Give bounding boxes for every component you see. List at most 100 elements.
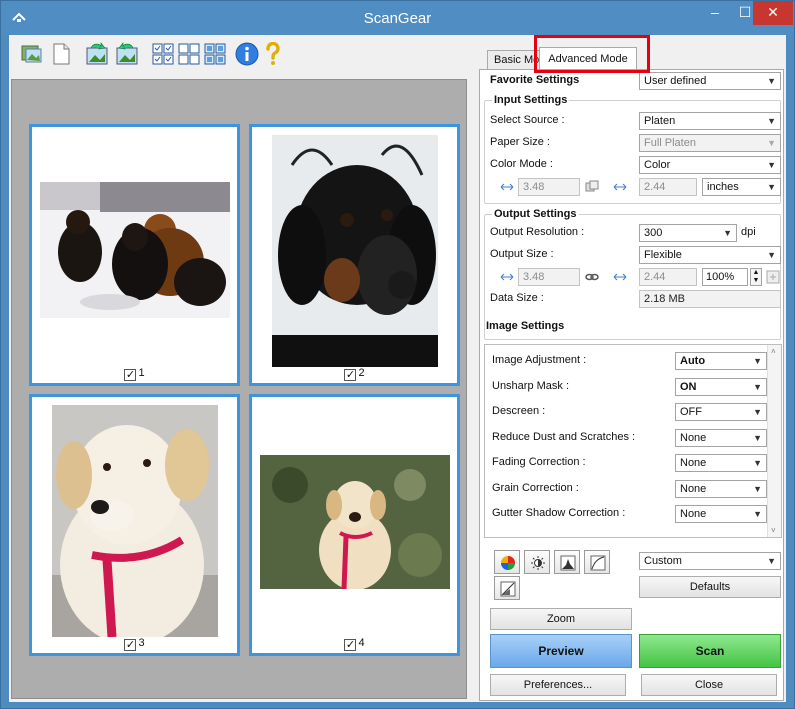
output-size-select[interactable]: Flexible ▼ [639, 246, 781, 264]
info-icon[interactable] [235, 42, 259, 66]
chain-link-icon[interactable] [585, 270, 599, 284]
chevron-down-icon: ▼ [723, 228, 732, 238]
height-arrow-icon [613, 183, 627, 191]
output-width-arrow-icon [500, 273, 514, 281]
thumbnail-checkbox-4[interactable]: ✓ [344, 639, 357, 651]
data-size-label: Data Size : [490, 292, 544, 304]
favorite-settings-select[interactable]: User defined ▼ [639, 72, 781, 90]
zoom-button[interactable]: Zoom [490, 608, 632, 630]
chevron-down-icon: ▼ [753, 407, 762, 417]
image-setting-select[interactable]: None ▼ [675, 428, 767, 447]
width-arrow-icon [500, 183, 514, 191]
thumbnail-frame-3[interactable]: ✓ 3 [29, 394, 240, 656]
new-document-icon[interactable] [49, 42, 73, 66]
preview-button[interactable]: Preview [490, 634, 632, 668]
advanced-mode-pane: Favorite Settings User defined ▼ Input Se… [479, 69, 784, 701]
color-wheel-icon [501, 556, 515, 570]
final-review-icon [500, 581, 516, 597]
thumbnail-frame-1[interactable]: ✓ 1 [29, 124, 240, 386]
image-setting-label: Reduce Dust and Scratches : [492, 430, 636, 443]
chevron-down-icon: ▼ [767, 160, 776, 170]
thumbnail-caption-1: ✓ 1 [124, 367, 145, 381]
add-size-icon[interactable] [766, 270, 780, 284]
input-width-field: 3.48 [518, 178, 580, 196]
scangear-window: ScanGear – ☐ ✕ ✓ 1 ✓ 2 ✓ 3 ✓ 4 Basic Mod… [0, 0, 795, 709]
client-area: ✓ 1 ✓ 2 ✓ 3 ✓ 4 Basic Mode Advanced Mode… [9, 35, 786, 702]
toolbar [9, 35, 473, 75]
data-size-value: 2.18 MB [639, 290, 781, 308]
thumbnail-checkbox-3[interactable]: ✓ [124, 639, 137, 651]
defaults-button[interactable]: Defaults [639, 576, 781, 598]
auto-crop-icon[interactable] [151, 42, 175, 66]
chevron-down-icon: ▼ [753, 432, 762, 443]
minimize-button[interactable]: – [698, 1, 732, 25]
thumbnail-checkbox-1[interactable]: ✓ [124, 369, 137, 381]
image-setting-select[interactable]: ON ▼ [675, 377, 767, 396]
paper-size-label: Paper Size : [490, 136, 550, 148]
preferences-button[interactable]: Preferences... [490, 674, 626, 696]
output-resolution-select[interactable]: 300 ▼ [639, 224, 737, 242]
adjustment-preset-select[interactable]: Custom ▼ [639, 552, 781, 570]
image-setting-select[interactable]: Auto ▼ [675, 352, 767, 370]
output-width-field: 3.48 [518, 268, 580, 286]
close-button[interactable]: Close [641, 674, 777, 696]
image-setting-select[interactable]: None ▼ [675, 505, 767, 523]
advanced-mode-highlight [534, 35, 650, 73]
thumbnail-frame-2[interactable]: ✓ 2 [249, 124, 460, 386]
output-resolution-label: Output Resolution : [490, 226, 585, 238]
scale-spinner[interactable]: ▲ ▼ [750, 268, 762, 286]
chevron-down-icon: ▼ [767, 250, 776, 260]
help-icon[interactable] [261, 42, 285, 66]
brightness-icon [531, 556, 545, 570]
labrador-on-grass-photo [260, 455, 450, 589]
final-review-button[interactable] [494, 576, 520, 600]
rotate-left-icon[interactable] [85, 42, 109, 66]
select-source-select[interactable]: Platen ▼ [639, 112, 781, 130]
scale-field[interactable]: 100% [702, 268, 748, 286]
chevron-down-icon: ▼ [753, 356, 762, 366]
image-settings-scrollbar[interactable]: ˄ ˅ [767, 345, 781, 537]
image-setting-label: Gutter Shadow Correction : [492, 507, 626, 519]
title-bar[interactable]: ScanGear – ☐ ✕ [1, 1, 794, 35]
color-mode-select[interactable]: Color ▼ [639, 156, 781, 174]
rotate-right-icon[interactable] [115, 42, 139, 66]
histogram-button[interactable] [554, 550, 580, 574]
chevron-down-icon: ▼ [753, 381, 762, 392]
image-settings-title: Image Settings [486, 320, 565, 332]
thumbnail-area: ✓ 1 ✓ 2 ✓ 3 ✓ 4 [11, 79, 467, 699]
tone-curve-icon [590, 555, 606, 571]
select-source-label: Select Source : [490, 114, 565, 126]
paper-size-select: Full Platen ▼ [639, 134, 781, 152]
image-setting-select[interactable]: None ▼ [675, 454, 767, 472]
input-height-field: 2.44 [639, 178, 697, 196]
select-all-icon[interactable] [203, 42, 227, 66]
chevron-down-icon: ▼ [767, 556, 776, 566]
open-image-icon[interactable] [19, 42, 43, 66]
chevron-down-icon: ▼ [767, 138, 776, 148]
favorite-settings-label: Favorite Settings [490, 74, 580, 86]
histogram-icon [560, 555, 576, 571]
brightness-contrast-button[interactable] [524, 550, 550, 574]
unit-select[interactable]: inches ▼ [702, 178, 781, 196]
image-setting-select[interactable]: None ▼ [675, 479, 767, 498]
image-setting-label: Unsharp Mask : [492, 379, 570, 392]
swap-dimensions-icon[interactable] [585, 180, 599, 194]
thumbnail-caption-3: ✓ 3 [124, 637, 145, 651]
image-setting-select[interactable]: OFF ▼ [675, 403, 767, 421]
output-height-field: 2.44 [639, 268, 697, 286]
output-size-label: Output Size : [490, 248, 554, 260]
output-settings-title: Output Settings [492, 208, 579, 220]
thumbnail-caption-2: ✓ 2 [344, 367, 365, 381]
scan-button[interactable]: Scan [639, 634, 781, 668]
chevron-down-icon: ▼ [767, 116, 776, 126]
close-window-button[interactable]: ✕ [753, 1, 793, 25]
thumbnail-caption-4: ✓ 4 [344, 637, 365, 651]
chevron-down-icon: ▼ [753, 483, 762, 494]
settings-panel: Basic Mode Advanced Mode Favorite Settin… [475, 35, 786, 702]
deselect-all-icon[interactable] [177, 42, 201, 66]
thumbnail-frame-4[interactable]: ✓ 4 [249, 394, 460, 656]
saturation-balance-button[interactable] [494, 550, 520, 574]
tone-curve-button[interactable] [584, 550, 610, 574]
thumbnail-checkbox-2[interactable]: ✓ [344, 369, 357, 381]
labrador-photo [52, 405, 218, 637]
